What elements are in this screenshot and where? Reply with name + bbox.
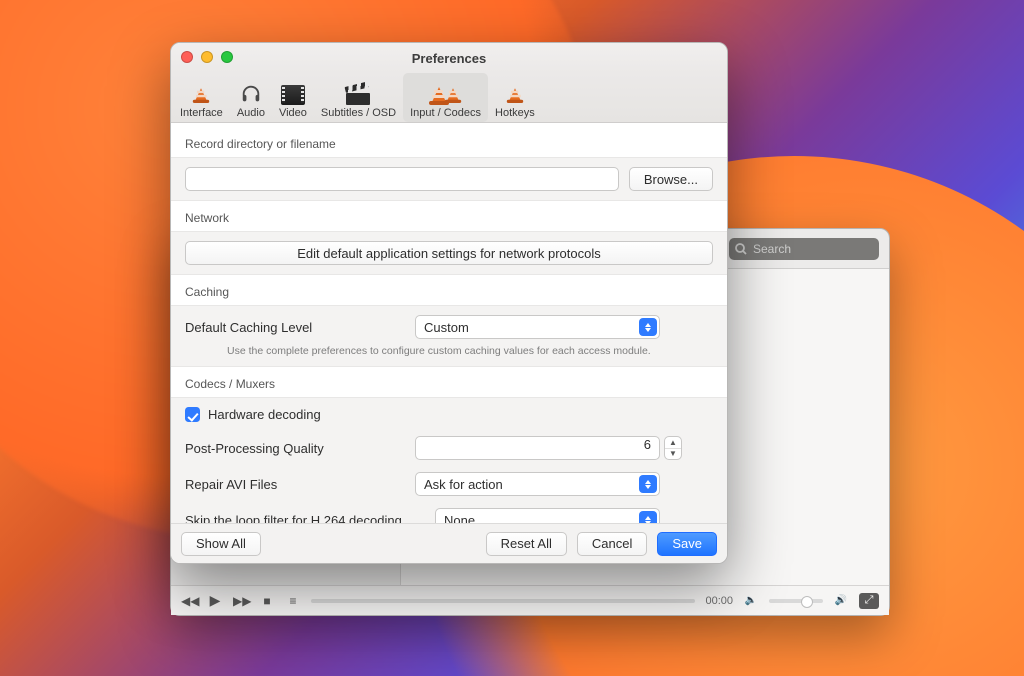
- stop-button[interactable]: ■: [259, 594, 275, 608]
- chevron-up-down-icon: [639, 511, 657, 523]
- hotkeys-icon: [507, 84, 523, 102]
- hardware-decoding-checkbox[interactable]: Hardware decoding: [185, 407, 713, 422]
- tab-hotkeys[interactable]: Hotkeys: [488, 73, 542, 122]
- window-title: Preferences: [412, 51, 486, 66]
- chevron-up-down-icon: [639, 475, 657, 493]
- checkbox-checked-icon: [185, 407, 200, 422]
- time-display: 00:00: [705, 595, 733, 607]
- skip-loop-value: None: [444, 513, 475, 524]
- search-placeholder: Search: [753, 242, 791, 256]
- search-field[interactable]: Search: [729, 238, 879, 260]
- tab-label: Subtitles / OSD: [321, 107, 396, 119]
- tab-label: Interface: [180, 107, 223, 119]
- seek-bar[interactable]: [311, 599, 695, 603]
- cancel-button[interactable]: Cancel: [577, 532, 647, 556]
- section-record-label: Record directory or filename: [171, 123, 727, 157]
- reset-all-button[interactable]: Reset All: [486, 532, 567, 556]
- next-button[interactable]: ▶▶: [233, 594, 249, 608]
- film-icon: [281, 85, 305, 105]
- browse-button[interactable]: Browse...: [629, 167, 713, 191]
- codecs-icon: [429, 83, 463, 105]
- close-button[interactable]: [181, 51, 193, 63]
- skip-loop-select[interactable]: None: [435, 508, 660, 523]
- show-all-button[interactable]: Show All: [181, 532, 261, 556]
- minimize-button[interactable]: [201, 51, 213, 63]
- tab-subtitles[interactable]: Subtitles / OSD: [314, 73, 403, 122]
- prefs-footer: Show All Reset All Cancel Save: [171, 523, 727, 563]
- hardware-decoding-label: Hardware decoding: [208, 407, 321, 422]
- playlist-button[interactable]: ≡: [285, 594, 301, 608]
- tab-audio[interactable]: Audio: [230, 73, 272, 122]
- caching-level-select[interactable]: Custom: [415, 315, 660, 339]
- prefs-content[interactable]: Record directory or filename Browse... N…: [171, 123, 727, 523]
- tab-label: Input / Codecs: [410, 107, 481, 119]
- search-icon: [735, 243, 747, 255]
- ppq-stepper[interactable]: ▲▼: [664, 436, 682, 460]
- save-button[interactable]: Save: [657, 532, 717, 556]
- preferences-window: Preferences Interface Audio Video Subtit…: [170, 42, 728, 564]
- ppq-input[interactable]: 6: [415, 436, 660, 460]
- tab-label: Hotkeys: [495, 107, 535, 119]
- repair-avi-value: Ask for action: [424, 477, 503, 492]
- play-button[interactable]: ▶: [207, 592, 223, 609]
- ppq-value: 6: [644, 437, 651, 452]
- caching-level-label: Default Caching Level: [185, 320, 405, 335]
- section-codecs-label: Codecs / Muxers: [171, 367, 727, 397]
- fullscreen-button[interactable]: ⤢: [859, 593, 879, 609]
- caching-hint: Use the complete preferences to configur…: [227, 345, 713, 357]
- repair-avi-label: Repair AVI Files: [185, 477, 405, 492]
- section-caching-label: Caching: [171, 275, 727, 305]
- mute-icon[interactable]: 🔈: [743, 595, 759, 606]
- tab-label: Video: [279, 107, 307, 119]
- chevron-up-down-icon: [639, 318, 657, 336]
- player-bar: ◀◀ ▶ ▶▶ ■ ≡ 00:00 🔈 🔊 ⤢: [171, 585, 889, 615]
- section-network-label: Network: [171, 201, 727, 231]
- tab-interface[interactable]: Interface: [173, 73, 230, 122]
- tab-input-codecs[interactable]: Input / Codecs: [403, 73, 488, 122]
- ppq-label: Post-Processing Quality: [185, 441, 405, 456]
- volume-max-icon: 🔊: [833, 595, 849, 606]
- tab-label: Audio: [237, 107, 265, 119]
- record-path-input[interactable]: [185, 167, 619, 191]
- repair-avi-select[interactable]: Ask for action: [415, 472, 660, 496]
- tab-video[interactable]: Video: [272, 73, 314, 122]
- clapperboard-icon: [346, 87, 370, 105]
- edit-network-button[interactable]: Edit default application settings for ne…: [185, 241, 713, 265]
- cone-icon: [193, 84, 209, 102]
- skip-loop-label: Skip the loop filter for H.264 decoding: [185, 513, 425, 524]
- prefs-tabbar: Interface Audio Video Subtitles / OSD In…: [171, 73, 727, 123]
- zoom-button[interactable]: [221, 51, 233, 63]
- prev-button[interactable]: ◀◀: [181, 594, 197, 608]
- headphones-icon: [240, 79, 262, 105]
- titlebar: Preferences: [171, 43, 727, 73]
- volume-slider[interactable]: [769, 599, 823, 603]
- caching-level-value: Custom: [424, 320, 469, 335]
